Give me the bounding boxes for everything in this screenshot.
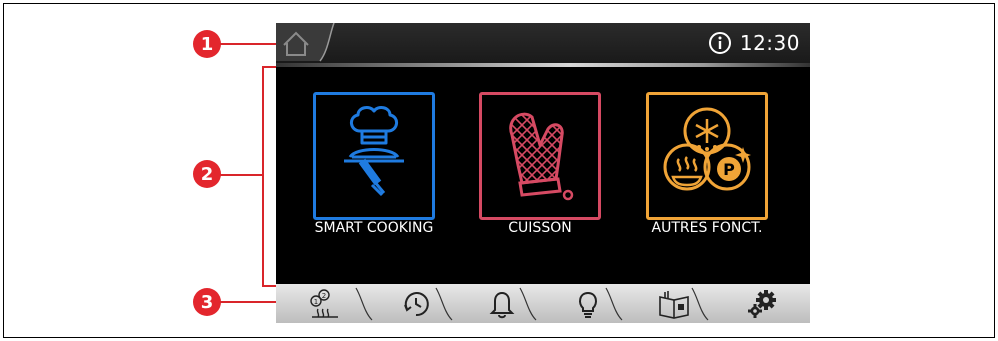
svg-text:1: 1 bbox=[314, 298, 318, 306]
info-icon[interactable] bbox=[708, 31, 732, 55]
tab-light[interactable] bbox=[560, 284, 616, 323]
autres-fonctions-tile[interactable]: P bbox=[646, 92, 768, 220]
callout-badge-3: 3 bbox=[193, 288, 221, 316]
chef-hat-serving-tray-icon bbox=[344, 106, 404, 197]
recipe-steps-icon: 1 2 bbox=[310, 288, 338, 318]
cuisson-label: CUISSON bbox=[508, 220, 572, 236]
smart-cooking-tile[interactable] bbox=[313, 92, 435, 220]
callout-line-3 bbox=[220, 301, 276, 303]
oven-mitt-icon bbox=[509, 112, 574, 201]
callout-line-1 bbox=[220, 43, 276, 45]
clock-time: 12:30 bbox=[739, 31, 800, 55]
info-and-clock: 12:30 bbox=[708, 28, 800, 58]
home-tab[interactable] bbox=[276, 23, 336, 63]
svg-text:P: P bbox=[723, 160, 735, 179]
callout-line-2 bbox=[220, 174, 262, 176]
tab-settings[interactable] bbox=[732, 284, 792, 323]
timer-clock-icon bbox=[404, 291, 429, 316]
tab-recipe-steps[interactable]: 1 2 bbox=[294, 284, 354, 323]
tab-timer[interactable] bbox=[388, 284, 444, 323]
settings-gears-icon bbox=[748, 289, 776, 318]
autres-fonctions-label: AUTRES FONCT. bbox=[651, 220, 763, 236]
top-bar-separator bbox=[276, 63, 810, 67]
oven-display-screen: 12:30 SMART COOKING CUISSON P AUTRES FON… bbox=[276, 23, 810, 323]
tab-recipe-book[interactable] bbox=[646, 284, 702, 323]
tab-dividers bbox=[355, 287, 709, 321]
light-bulb-icon bbox=[579, 291, 597, 318]
steaming-dish-icon bbox=[671, 156, 703, 187]
bell-alarm-icon bbox=[489, 291, 515, 318]
bottom-tab-bar: 1 2 bbox=[276, 284, 810, 323]
other-functions-icon: P bbox=[663, 107, 751, 191]
top-status-bar: 12:30 bbox=[276, 23, 810, 63]
smart-cooking-label: SMART COOKING bbox=[314, 220, 434, 236]
callout-badge-2: 2 bbox=[193, 160, 221, 188]
callout-badge-1: 1 bbox=[193, 30, 221, 58]
recipe-book-icon bbox=[659, 290, 689, 319]
snowflake-icon bbox=[695, 119, 719, 143]
svg-text:2: 2 bbox=[322, 292, 326, 300]
tab-alarm[interactable] bbox=[474, 284, 530, 323]
cuisson-tile[interactable] bbox=[479, 92, 601, 220]
